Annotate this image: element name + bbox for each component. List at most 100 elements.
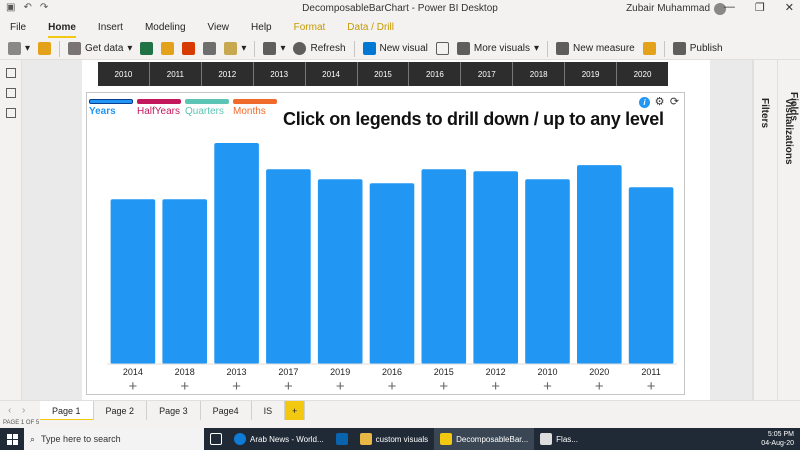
tab-format[interactable]: Format bbox=[294, 18, 326, 38]
enter-data-button[interactable] bbox=[203, 42, 217, 55]
expand-plus-icon[interactable]: + bbox=[129, 378, 138, 394]
slicer-item[interactable]: 2016 bbox=[409, 62, 462, 86]
new-visual-button[interactable]: New visual bbox=[362, 42, 428, 55]
expand-plus-icon[interactable]: + bbox=[388, 378, 397, 394]
tab-home[interactable]: Home bbox=[48, 18, 76, 38]
bar-2018[interactable] bbox=[162, 199, 207, 364]
expand-plus-icon[interactable]: + bbox=[180, 378, 189, 394]
expand-plus-icon[interactable]: + bbox=[284, 378, 293, 394]
transform-button[interactable]: ▾ bbox=[263, 42, 285, 55]
next-page-icon[interactable]: › bbox=[22, 405, 25, 416]
slicer-item[interactable]: 2012 bbox=[201, 62, 254, 86]
folder-icon bbox=[224, 42, 238, 55]
bar-2012[interactable] bbox=[473, 171, 518, 364]
publish-button[interactable]: Publish bbox=[672, 42, 723, 55]
x-tick-label: 2016 bbox=[382, 367, 402, 377]
expand-plus-icon[interactable]: + bbox=[543, 378, 552, 394]
get-data-button[interactable]: Get data ▾ bbox=[68, 42, 132, 55]
sql-button[interactable] bbox=[182, 42, 196, 55]
x-tick-label: 2014 bbox=[123, 367, 143, 377]
expand-plus-icon[interactable]: + bbox=[491, 378, 500, 394]
fields-pane-label[interactable]: Fields bbox=[788, 92, 799, 121]
tab-modeling[interactable]: Modeling bbox=[145, 18, 186, 38]
refresh-button[interactable]: Refresh bbox=[293, 42, 346, 55]
more-visuals-button[interactable]: More visuals ▾ bbox=[456, 42, 539, 55]
taskbar-task-view[interactable] bbox=[204, 428, 228, 450]
slicer-item[interactable]: 2013 bbox=[253, 62, 306, 86]
refresh-icon bbox=[293, 42, 307, 55]
windows-start-button[interactable] bbox=[0, 428, 24, 450]
slicer-item[interactable]: 2011 bbox=[149, 62, 202, 86]
prev-page-icon[interactable]: ‹ bbox=[8, 405, 11, 416]
taskbar-app-edge[interactable]: Arab News - World... bbox=[228, 428, 330, 450]
filters-pane-label: Filters bbox=[759, 98, 770, 129]
format-painter-button[interactable] bbox=[38, 42, 52, 55]
taskbar-app-flash[interactable]: Flas... bbox=[534, 428, 584, 450]
bar-2016[interactable] bbox=[369, 183, 415, 364]
taskbar-app-explorer[interactable]: custom visuals bbox=[354, 428, 434, 450]
expand-plus-icon[interactable]: + bbox=[595, 378, 604, 394]
slicer-item[interactable]: 2010 bbox=[98, 62, 150, 86]
minimize-button[interactable]: — bbox=[724, 1, 735, 14]
powerbi-icon bbox=[440, 433, 453, 445]
bar-2020[interactable] bbox=[577, 165, 622, 364]
bar-2013[interactable] bbox=[214, 143, 259, 364]
system-tray[interactable]: 5:05 PM 04-Aug-20 bbox=[761, 430, 794, 448]
close-button[interactable]: ✕ bbox=[785, 1, 794, 14]
user-name[interactable]: Zubair Muhammad bbox=[626, 3, 710, 14]
bar-2011[interactable] bbox=[628, 187, 674, 364]
bar-2017[interactable] bbox=[266, 169, 311, 364]
expand-plus-icon[interactable]: + bbox=[336, 378, 345, 394]
recent-sources-button[interactable]: ▾ bbox=[224, 42, 246, 55]
filters-pane[interactable]: Filters bbox=[753, 60, 777, 400]
bar-chart-svg: 2014+2018+2013+2017+2019+2016+2015+2012+… bbox=[107, 143, 677, 394]
bar-2014[interactable] bbox=[110, 199, 156, 364]
tab-view[interactable]: View bbox=[208, 18, 230, 38]
slicer-item[interactable]: 2014 bbox=[305, 62, 358, 86]
table-icon bbox=[203, 42, 217, 55]
search-placeholder: Type here to search bbox=[41, 434, 121, 444]
bar-2010[interactable] bbox=[525, 179, 570, 364]
dataset-icon bbox=[161, 42, 175, 55]
tab-help[interactable]: Help bbox=[251, 18, 272, 38]
paste-button[interactable]: ▾ bbox=[8, 42, 30, 55]
ribbon-toolbar: ▾ Get data ▾ ▾ ▾ Refresh New visual More … bbox=[0, 38, 800, 60]
taskbar-app-powerbi[interactable]: DecomposableBar... bbox=[434, 428, 535, 450]
tab-file[interactable]: File bbox=[10, 18, 26, 38]
taskbar-app-outlook[interactable] bbox=[330, 428, 354, 450]
excel-button[interactable] bbox=[140, 42, 154, 55]
maximize-button[interactable]: ❐ bbox=[755, 1, 765, 14]
task-view-icon bbox=[210, 433, 222, 445]
tab-is[interactable]: IS bbox=[251, 401, 286, 421]
text-box-button[interactable] bbox=[435, 42, 449, 55]
expand-plus-icon[interactable]: + bbox=[439, 378, 448, 394]
dataset-button[interactable] bbox=[161, 42, 175, 55]
taskbar-search[interactable]: ⌕ Type here to search bbox=[24, 428, 204, 450]
slicer-item[interactable]: 2017 bbox=[461, 62, 514, 86]
tab-page-1[interactable]: Page 1 bbox=[40, 401, 94, 421]
report-view-icon[interactable] bbox=[6, 68, 16, 78]
database-icon bbox=[68, 42, 82, 55]
bar-2015[interactable] bbox=[421, 169, 467, 364]
ribbon-tabs: File Home Insert Modeling View Help Form… bbox=[0, 18, 800, 38]
new-measure-button[interactable]: New measure bbox=[556, 42, 635, 55]
format-painter-icon bbox=[38, 42, 52, 55]
tab-insert[interactable]: Insert bbox=[98, 18, 123, 38]
tab-page-2[interactable]: Page 2 bbox=[93, 401, 148, 421]
slicer-item[interactable]: 2020 bbox=[617, 62, 668, 86]
slicer-item[interactable]: 2019 bbox=[565, 62, 618, 86]
bar-2019[interactable] bbox=[317, 179, 363, 364]
tab-page-3[interactable]: Page 3 bbox=[147, 401, 201, 421]
add-page-button[interactable]: + bbox=[285, 401, 306, 421]
slicer-item[interactable]: 2018 bbox=[513, 62, 566, 86]
outlook-icon bbox=[335, 433, 348, 445]
data-view-icon[interactable] bbox=[6, 88, 16, 98]
tab-data-drill[interactable]: Data / Drill bbox=[347, 18, 394, 38]
model-view-icon[interactable] bbox=[6, 108, 16, 118]
quick-measure-button[interactable] bbox=[642, 42, 656, 55]
tab-page-4[interactable]: Page4 bbox=[200, 401, 252, 421]
expand-plus-icon[interactable]: + bbox=[647, 378, 656, 394]
slicer-item[interactable]: 2015 bbox=[357, 62, 410, 86]
expand-plus-icon[interactable]: + bbox=[232, 378, 241, 394]
decomposable-bar-chart[interactable]: Years HalfYears Quarters Months Click on… bbox=[86, 92, 685, 395]
